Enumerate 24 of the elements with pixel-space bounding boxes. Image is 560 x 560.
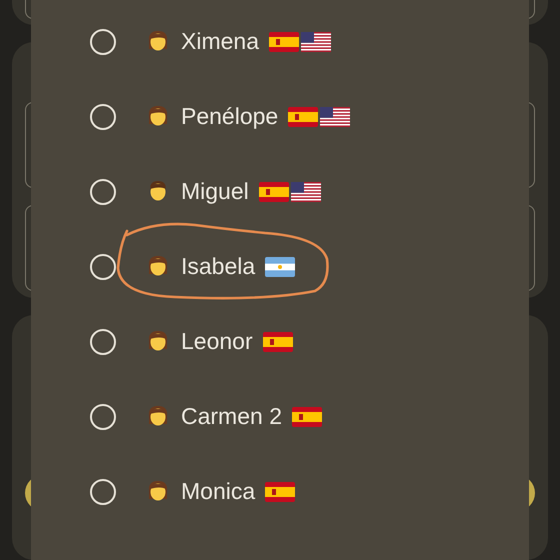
spain-flag-icon (288, 106, 318, 126)
radio-button[interactable] (90, 104, 116, 130)
argentina-flag-icon (265, 256, 296, 276)
radio-button[interactable] (90, 404, 116, 430)
voice-name: Ximena (181, 28, 259, 55)
voice-name: Carmen 2 (181, 403, 282, 430)
spain-flag-icon (262, 332, 293, 352)
spain-flag-icon (268, 32, 299, 52)
radio-button[interactable] (90, 178, 116, 204)
voice-name: Penélope (181, 103, 278, 130)
radio-button[interactable] (90, 254, 116, 280)
spain-flag-icon (265, 482, 296, 502)
usa-flag-icon (300, 32, 331, 52)
voice-name: Miguel (181, 178, 249, 205)
voice-name: Leonor (181, 328, 253, 355)
radio-button[interactable] (90, 478, 116, 504)
voice-name: Monica (181, 478, 256, 505)
voice-name: Isabela (181, 253, 256, 280)
usa-flag-icon (290, 182, 321, 202)
radio-button[interactable] (90, 328, 116, 354)
radio-button[interactable] (90, 28, 116, 54)
spain-flag-icon (292, 406, 322, 426)
spain-flag-icon (258, 182, 289, 202)
usa-flag-icon (320, 106, 350, 126)
